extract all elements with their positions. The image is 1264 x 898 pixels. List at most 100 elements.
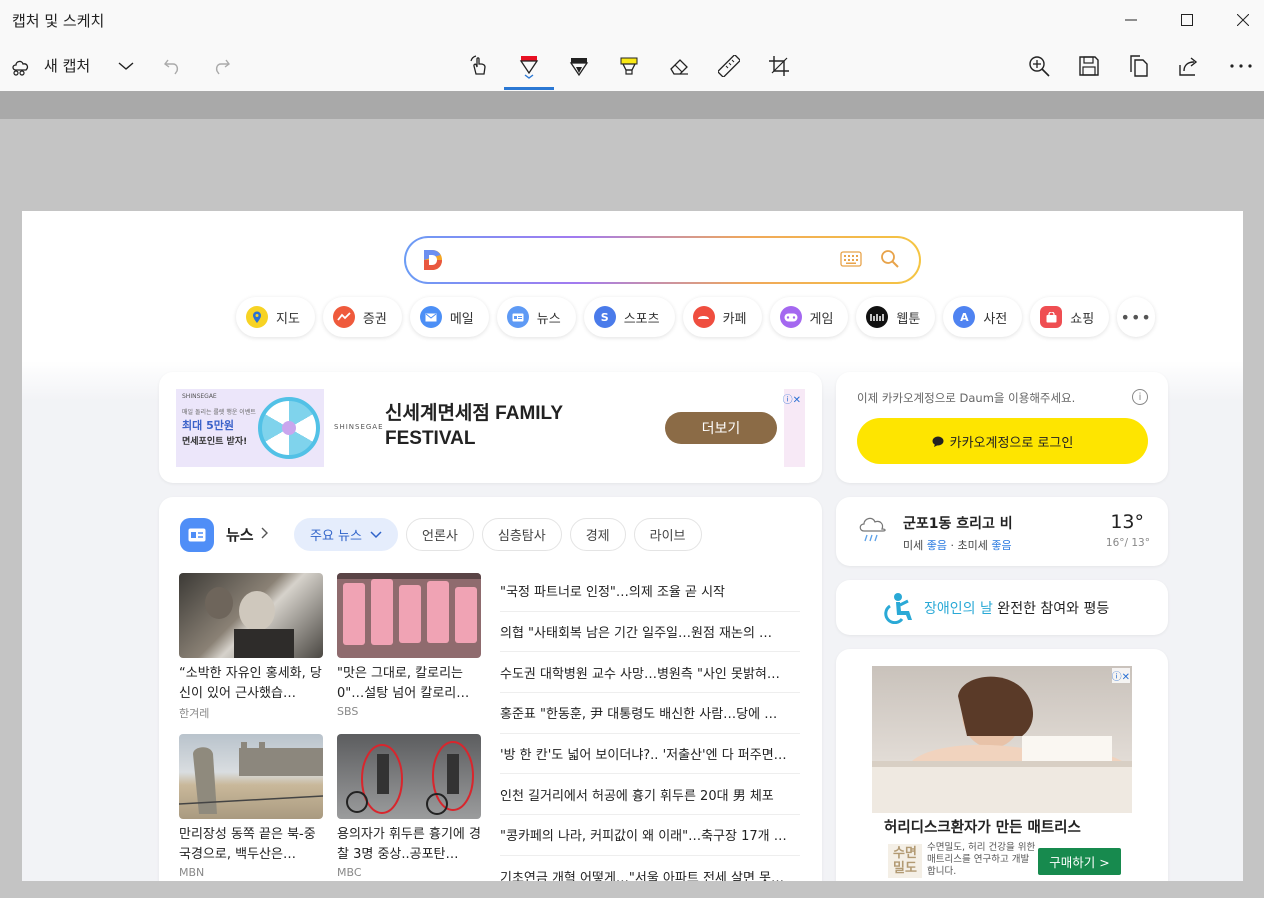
captured-screenshot[interactable]: 지도 증권 메일 뉴스 S 스포츠 카페 게임 웹툰 A 사전 쇼핑 ••• SHI…: [22, 211, 1243, 881]
maximize-button[interactable]: [1158, 0, 1216, 40]
tab-press[interactable]: 언론사: [405, 518, 474, 551]
ad-headline: 신세계면세점 FAMILY FESTIVAL: [385, 403, 563, 449]
more-icon: [1230, 63, 1252, 68]
title-bar: 캡처 및 스케치: [0, 0, 1264, 40]
news-photo-1-source: 한겨레: [179, 707, 210, 720]
headline-item[interactable]: 의협 "사태회복 남은 기간 일주일…원점 재논의 …: [500, 612, 800, 653]
new-snip-button[interactable]: [6, 40, 36, 91]
headline-item[interactable]: '방 한 칸'도 넓어 보이더냐?.. '저출산'엔 다 퍼주면…: [500, 734, 800, 775]
news-section-title[interactable]: 뉴스: [226, 524, 254, 545]
stock-chart-icon: [332, 306, 355, 328]
service-label: 사전: [983, 311, 1008, 327]
active-tool-indicator: [504, 87, 554, 90]
zoom-in-button[interactable]: [1024, 40, 1054, 91]
eraser-button[interactable]: [664, 40, 694, 91]
shinsegae-ad-banner[interactable]: SHINSEGAE 매일 돌리는 룰렛 행운 이벤트 최대 5만원 면세포인트 …: [176, 389, 805, 467]
mattress-ad-card[interactable]: ⓘ✕ 허리디스크환자가 만든 매트리스 수면밀도 수면밀도, 허리 건강을 위한…: [836, 649, 1168, 881]
more-button[interactable]: [1226, 40, 1256, 91]
news-photo-4-caption[interactable]: 용의자가 휘두른 흉기에 경찰 3명 중상..공포탄…: [337, 825, 483, 865]
info-icon[interactable]: i: [1132, 389, 1148, 405]
news-card: 뉴스 주요 뉴스 언론사 심층탐사 경제 라이브 “소박한 자유인 홍세화, 당…: [159, 497, 822, 881]
headline-item[interactable]: 인천 길거리에서 허공에 흉기 휘두른 20대 男 체포: [500, 774, 800, 816]
more-services-button[interactable]: •••: [1117, 297, 1156, 337]
weather-card[interactable]: 군포1동 흐리고 비 미세 좋음 · 초미세 좋음 13° 16°/ 13°: [836, 497, 1168, 566]
crop-button[interactable]: [764, 40, 794, 91]
redo-icon: [215, 59, 230, 74]
weather-location-condition: 군포1동 흐리고 비: [903, 516, 1013, 532]
chevron-right-icon: [261, 527, 268, 539]
tab-economy[interactable]: 경제: [569, 518, 626, 551]
close-button[interactable]: [1214, 0, 1264, 40]
undo-button[interactable]: [158, 40, 186, 91]
service-game[interactable]: 게임: [769, 297, 849, 337]
news-photo-3[interactable]: [179, 734, 323, 819]
headline-item[interactable]: 수도권 대학병원 교수 사망…병원측 "사인 못밝혀…: [500, 652, 800, 694]
search-input[interactable]: [458, 246, 828, 274]
service-dictionary[interactable]: A 사전: [943, 297, 1023, 337]
news-photo-2[interactable]: [337, 573, 481, 658]
service-mail[interactable]: 메일: [409, 297, 489, 337]
crop-icon: [769, 55, 789, 76]
kakao-login-label: 카카오계정으로 로그인: [949, 435, 1074, 451]
service-sports[interactable]: S 스포츠: [583, 297, 675, 337]
headline-item[interactable]: "국정 파트너로 인정"…의제 조율 곧 시작: [500, 571, 800, 612]
mattress-ad-title[interactable]: 허리디스크환자가 만든 매트리스: [884, 816, 1081, 837]
save-button[interactable]: [1074, 40, 1104, 91]
sports-icon: S: [593, 306, 616, 328]
news-photo-4[interactable]: [337, 734, 481, 819]
service-webtoon[interactable]: 웹툰: [856, 297, 936, 337]
ad-main-panel: SHINSEGAE 신세계면세점 FAMILY FESTIVAL 더보기: [324, 389, 784, 467]
minimize-button[interactable]: [1102, 0, 1160, 40]
service-stock[interactable]: 증권: [322, 297, 402, 337]
highlighter-button[interactable]: [614, 40, 644, 91]
news-photo-1-caption[interactable]: “소박한 자유인 홍세화, 당신이 있어 근사했습…: [179, 664, 325, 704]
news-photo-2-caption[interactable]: "맛은 그대로, 칼로리는 0"…설탕 넘어 칼로리…: [337, 664, 483, 704]
service-label: 쇼핑: [1070, 311, 1095, 327]
headline-item[interactable]: 기초연금 개혁 어떻게…"서울 아파트 전세 살면 못…: [500, 856, 800, 881]
news-photo-3-caption[interactable]: 만리장성 동쪽 끝은 북-중 국경으로, 백두산은…: [179, 825, 325, 865]
tab-investigative[interactable]: 심층탐사: [481, 518, 562, 551]
copy-button[interactable]: [1124, 40, 1154, 91]
redo-button[interactable]: [208, 40, 236, 91]
ballpoint-pen-button[interactable]: [514, 40, 544, 91]
new-snip-label[interactable]: 새 캡처: [44, 55, 90, 76]
tab-main-news[interactable]: 주요 뉴스: [294, 518, 398, 551]
news-photo-3-source: MBN: [179, 866, 205, 879]
service-label: 지도: [276, 311, 300, 327]
service-map[interactable]: 지도: [236, 297, 315, 337]
campaign-banner[interactable]: 장애인의 날 완전한 참여와 평등: [836, 580, 1168, 635]
share-button[interactable]: [1174, 40, 1204, 91]
daum-logo-icon: [424, 250, 442, 270]
ad-choices-icon[interactable]: ⓘ✕: [1111, 668, 1130, 683]
mattress-ad-image[interactable]: ⓘ✕: [872, 666, 1132, 813]
headline-item[interactable]: "콩카페의 나라, 커피값이 왜 이래"…축구장 17개 …: [500, 815, 800, 856]
headline-item[interactable]: 홍준표 "한동훈, 尹 대통령도 배신한 사람…당에 …: [500, 693, 800, 734]
ad-choices-icon[interactable]: ⓘ✕: [783, 391, 801, 406]
share-icon: [1179, 56, 1198, 76]
touch-writing-button[interactable]: [464, 40, 496, 91]
zoom-in-icon: [1029, 55, 1050, 77]
pencil-button[interactable]: [564, 40, 594, 91]
map-pin-icon: [246, 306, 268, 328]
save-icon: [1079, 55, 1099, 76]
search-box[interactable]: [404, 236, 921, 284]
ad-promo-small: 매일 돌리는 룰렛 행운 이벤트: [182, 409, 256, 416]
weather-temp: 13°: [1110, 511, 1144, 533]
tab-live[interactable]: 라이브: [633, 518, 702, 551]
service-news[interactable]: 뉴스: [496, 297, 576, 337]
kakao-login-button[interactable]: 카카오계정으로 로그인: [857, 418, 1148, 464]
ruler-button[interactable]: [714, 40, 744, 91]
ad-roulette-panel: SHINSEGAE 매일 돌리는 룰렛 행운 이벤트 최대 5만원 면세포인트 …: [176, 389, 324, 467]
service-shopping[interactable]: 쇼핑: [1030, 297, 1110, 337]
new-snip-dropdown[interactable]: [112, 40, 140, 91]
service-cafe[interactable]: 카페: [682, 297, 762, 337]
mattress-buy-button[interactable]: 구매하기 >: [1038, 848, 1121, 875]
app-title: 캡처 및 스케치: [12, 12, 105, 30]
news-photo-1[interactable]: [179, 573, 323, 658]
news-photo-2-source: SBS: [337, 705, 359, 718]
pencil-icon: [569, 57, 589, 76]
ad-promo-big: 최대 5만원: [182, 419, 234, 432]
service-label: 증권: [362, 311, 387, 327]
ad-more-button[interactable]: 더보기: [665, 412, 777, 444]
headline-list: "국정 파트너로 인정"…의제 조율 곧 시작 의협 "사태회복 남은 기간 일…: [500, 571, 800, 881]
